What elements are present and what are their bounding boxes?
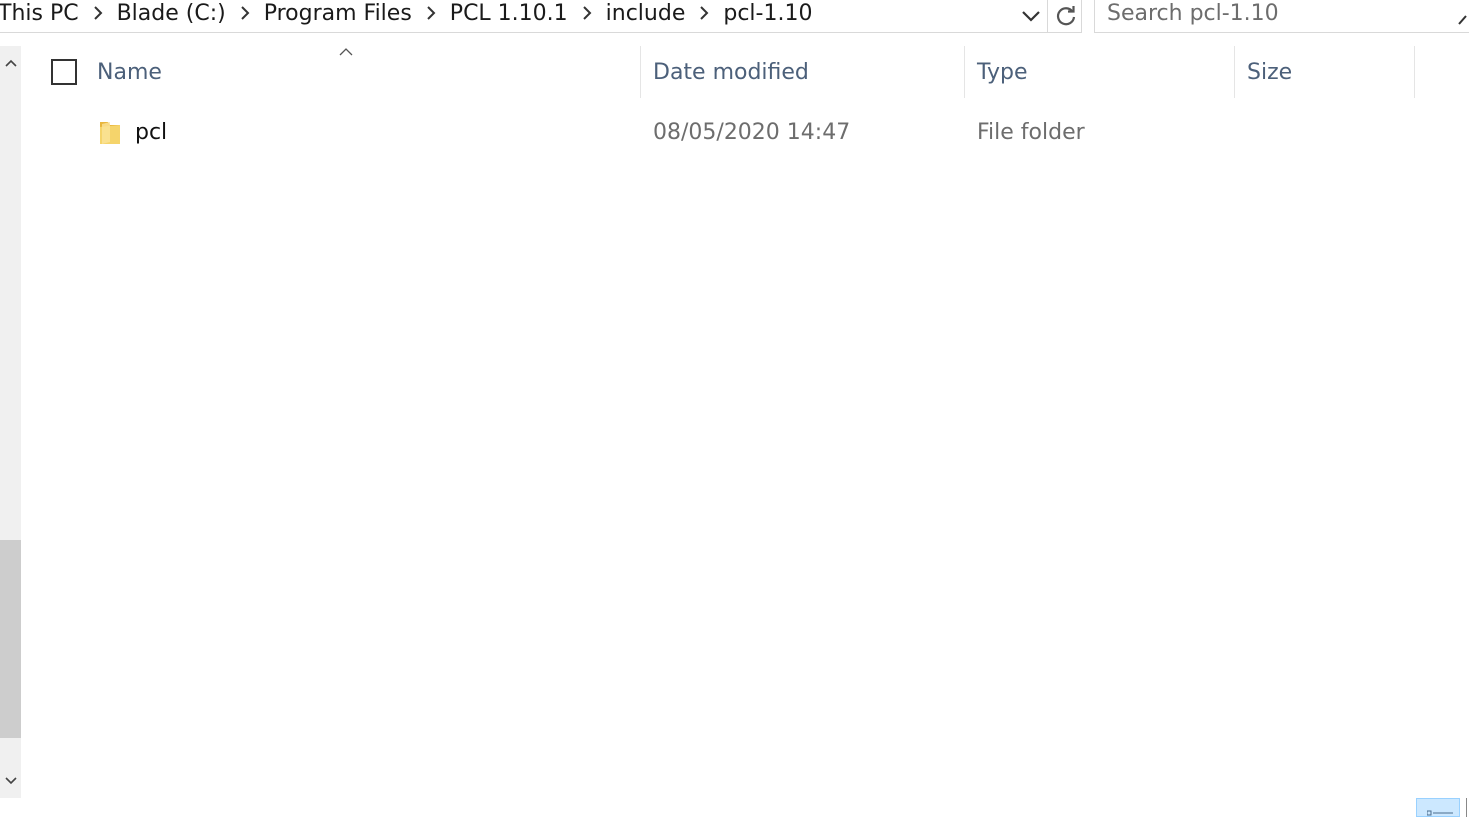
- breadcrumb-separator-icon[interactable]: [228, 0, 262, 27]
- scroll-down-button[interactable]: [0, 764, 21, 798]
- breadcrumb-separator-icon[interactable]: [687, 0, 721, 27]
- details-view-button[interactable]: [1416, 798, 1460, 817]
- scroll-up-button[interactable]: [0, 46, 21, 80]
- breadcrumb: This PC Blade (C:) Program Files PCL 1.1…: [0, 0, 814, 28]
- refresh-icon: [1056, 6, 1075, 26]
- address-bar[interactable]: This PC Blade (C:) Program Files PCL 1.1…: [0, 0, 1082, 33]
- chevron-up-icon: [4, 59, 17, 67]
- file-row[interactable]: pcl 08/05/2020 14:47 File folder: [24, 106, 1416, 158]
- breadcrumb-include[interactable]: include: [604, 1, 688, 26]
- column-header-row: Name Date modified Type Size: [24, 46, 1416, 98]
- column-divider[interactable]: [1234, 46, 1235, 98]
- breadcrumb-separator-icon[interactable]: [81, 0, 115, 27]
- breadcrumb-this-pc[interactable]: This PC: [0, 1, 81, 26]
- breadcrumb-pcl-1-10-1[interactable]: PCL 1.10.1: [448, 1, 570, 26]
- chevron-down-icon: [1022, 11, 1040, 22]
- file-type: File folder: [977, 119, 1085, 145]
- folder-icon: [100, 122, 120, 144]
- refresh-button[interactable]: [1050, 0, 1082, 32]
- breadcrumb-blade-c[interactable]: Blade (C:): [115, 1, 228, 26]
- address-history-dropdown[interactable]: [1016, 0, 1046, 32]
- scrollbar-thumb[interactable]: [0, 540, 21, 738]
- breadcrumb-pcl-1-10[interactable]: pcl-1.10: [721, 1, 814, 26]
- column-header-type[interactable]: Type: [977, 46, 1232, 98]
- column-header-date-modified[interactable]: Date modified: [653, 46, 963, 98]
- column-header-name[interactable]: Name: [97, 46, 637, 98]
- breadcrumb-separator-icon[interactable]: [414, 0, 448, 27]
- search-icon[interactable]: [1457, 10, 1469, 28]
- breadcrumb-separator-icon[interactable]: [570, 0, 604, 27]
- divider: [1047, 0, 1048, 33]
- navigation-pane-scrollbar[interactable]: [0, 46, 21, 798]
- column-header-size[interactable]: Size: [1247, 46, 1407, 98]
- chevron-down-icon: [4, 777, 17, 785]
- search-input[interactable]: [1107, 0, 1437, 28]
- breadcrumb-program-files[interactable]: Program Files: [262, 1, 414, 26]
- column-divider[interactable]: [640, 46, 641, 98]
- file-name[interactable]: pcl: [135, 106, 167, 158]
- column-divider[interactable]: [1414, 46, 1415, 98]
- search-box[interactable]: [1094, 0, 1469, 33]
- details-view-icon: [1427, 810, 1453, 816]
- select-all-checkbox[interactable]: [51, 59, 77, 85]
- file-date-modified: 08/05/2020 14:47: [653, 119, 851, 145]
- column-divider[interactable]: [964, 46, 965, 98]
